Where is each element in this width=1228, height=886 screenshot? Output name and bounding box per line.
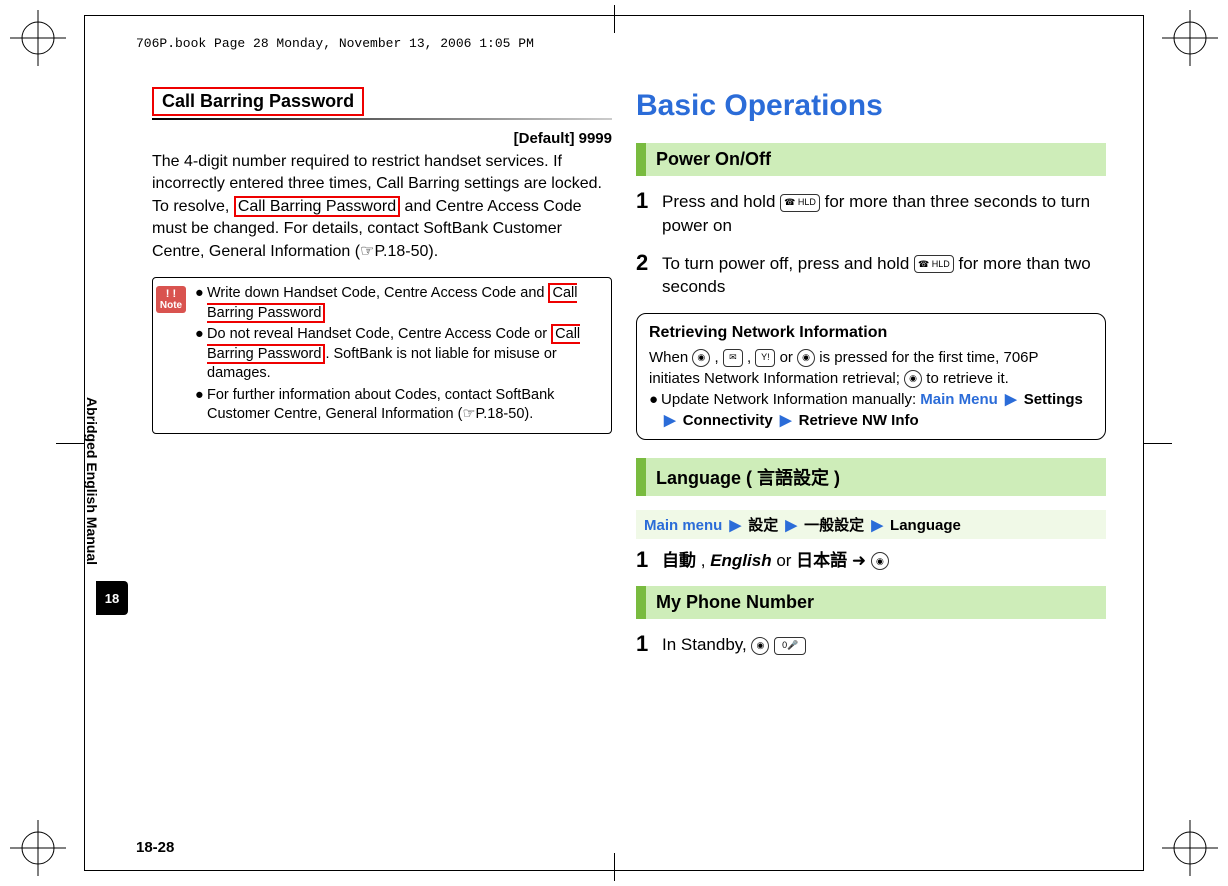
text: Update Network Information manually:: [661, 391, 920, 408]
heading-call-barring: Call Barring Password: [152, 87, 364, 116]
menu-path-item: Settings: [1024, 391, 1083, 408]
chevron-right-icon: ▶: [777, 412, 795, 429]
text: Press and hold: [662, 192, 780, 211]
step-phone: 1 In Standby, ◉ 0🎤: [636, 633, 1106, 657]
registration-mark-icon: [10, 10, 66, 66]
info-line: When ◉ , ✉ , Y! or ◉ is pressed for the …: [649, 347, 1093, 389]
chevron-right-icon: ▶: [868, 517, 886, 534]
text: or: [776, 551, 796, 570]
menu-path-item: Connectivity: [683, 412, 773, 429]
info-bullet: ● Update Network Information manually: M…: [649, 389, 1093, 431]
phone-hold-key-icon: ☎ HLD: [914, 255, 954, 273]
crop-tick: [1144, 443, 1172, 444]
text: ,: [715, 349, 723, 366]
menu-path-item: 一般設定: [804, 517, 864, 534]
note-badge-icon: ! ! Note: [156, 286, 186, 313]
chevron-right-icon: ▶: [727, 517, 745, 534]
text: For further information about Codes, con…: [207, 386, 605, 425]
note-label: Note: [160, 300, 182, 311]
highlighted-term: Call Barring Password: [234, 196, 400, 217]
zero-key-icon: 0🎤: [774, 637, 806, 655]
registration-mark-icon: [10, 820, 66, 876]
default-value: [Default] 9999: [152, 130, 612, 147]
heading-language: Language ( 言語設定 ): [636, 458, 1106, 496]
menu-path-item: Main Menu: [920, 391, 998, 408]
menu-path-bar: Main menu ▶ 設定 ▶ 一般設定 ▶ Language: [636, 510, 1106, 539]
option-japanese: 日本語: [796, 551, 847, 570]
heading-power: Power On/Off: [636, 143, 1106, 176]
note-box: ! ! Note ● Write down Handset Code, Cent…: [152, 277, 612, 434]
page-number: 18-28: [136, 839, 174, 856]
menu-path-item: Retrieve NW Info: [799, 412, 919, 429]
center-key-icon: ◉: [692, 349, 710, 367]
body-paragraph: The 4-digit number required to restrict …: [152, 151, 612, 263]
chevron-right-icon: ▶: [1002, 391, 1020, 408]
step-language: 1 自動 , English or 日本語 ➜ ◉: [636, 549, 1106, 573]
divider: [152, 118, 612, 120]
heading-my-phone-number: My Phone Number: [636, 586, 1106, 619]
registration-mark-icon: [1162, 820, 1218, 876]
chevron-right-icon: ▶: [782, 517, 800, 534]
note-bullet: ● Write down Handset Code, Centre Access…: [195, 284, 605, 323]
menu-path-item: 設定: [748, 517, 778, 534]
menu-path-item: Main menu: [644, 517, 722, 534]
text: When: [649, 349, 692, 366]
note-bangs: ! !: [156, 288, 186, 300]
print-header: 706P.book Page 28 Monday, November 13, 2…: [136, 36, 1128, 51]
text: To turn power off, press and hold: [662, 254, 914, 273]
center-key-icon: ◉: [751, 637, 769, 655]
note-bullet: ● Do not reveal Handset Code, Centre Acc…: [195, 325, 605, 384]
menu-path-item: Language: [890, 517, 961, 534]
arrow-right-icon: ➜: [852, 551, 871, 570]
soft-key-icon: ◉: [797, 349, 815, 367]
crop-tick: [614, 853, 615, 881]
chevron-right-icon: ▶: [661, 412, 679, 429]
center-key-icon: ◉: [904, 370, 922, 388]
center-key-icon: ◉: [871, 552, 889, 570]
text: or: [780, 349, 798, 366]
text: to retrieve it.: [926, 370, 1009, 387]
text: Write down Handset Code, Centre Access C…: [207, 285, 548, 301]
main-title: Basic Operations: [636, 89, 1106, 123]
text: In Standby,: [662, 635, 751, 654]
step-2: 2 To turn power off, press and hold ☎ HL…: [636, 252, 1106, 300]
text: ,: [747, 349, 755, 366]
option-english: English: [710, 551, 771, 570]
text: Do not reveal Handset Code, Centre Acces…: [207, 326, 551, 342]
registration-mark-icon: [1162, 10, 1218, 66]
info-title: Retrieving Network Information: [649, 322, 1093, 344]
step-1: 1 Press and hold ☎ HLD for more than thr…: [636, 190, 1106, 238]
side-label: Abridged English Manual: [84, 397, 100, 565]
option-auto: 自動: [662, 551, 696, 570]
note-bullet: ● For further information about Codes, c…: [195, 386, 605, 425]
crop-tick: [56, 443, 84, 444]
text: ,: [701, 551, 710, 570]
chapter-tab: 18: [96, 581, 128, 615]
yahoo-key-icon: Y!: [755, 349, 775, 367]
info-box: Retrieving Network Information When ◉ , …: [636, 313, 1106, 439]
crop-tick: [614, 5, 615, 33]
mail-key-icon: ✉: [723, 349, 743, 367]
phone-hold-key-icon: ☎ HLD: [780, 194, 820, 212]
